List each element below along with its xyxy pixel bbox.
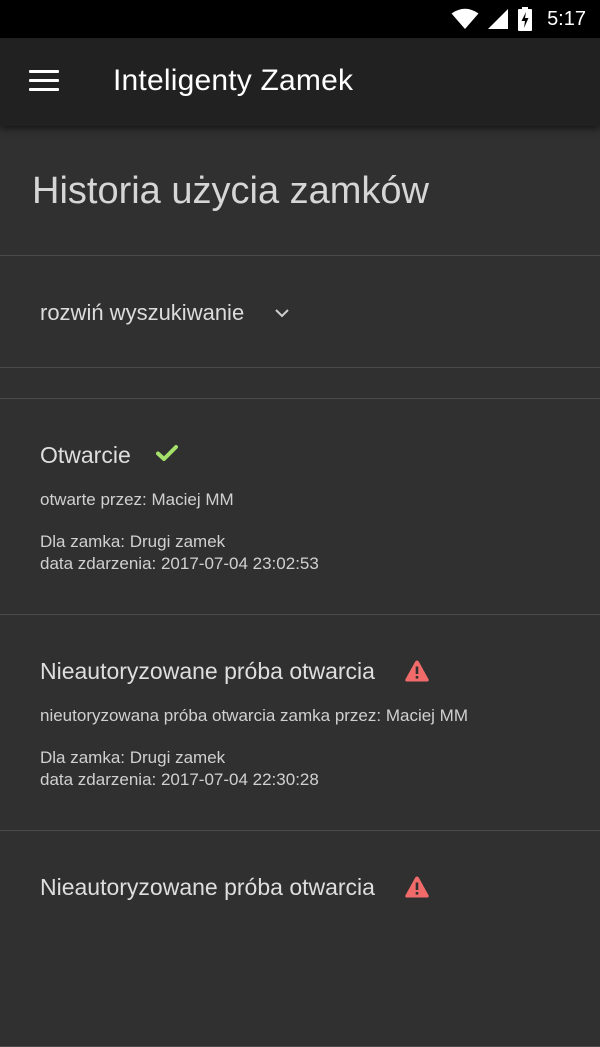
event-date: data zdarzenia: 2017-07-04 22:30:28 (40, 770, 319, 789)
cellular-signal-icon (488, 9, 509, 29)
wifi-icon (451, 8, 479, 29)
event-title: Nieautoryzowane próba otwarcia (40, 874, 375, 900)
expand-search-label: rozwiń wyszukiwanie (40, 300, 245, 325)
checkmark-icon (156, 445, 178, 461)
event-date: data zdarzenia: 2017-07-04 23:02:53 (40, 554, 319, 573)
status-bar: 5:17 (0, 0, 600, 38)
page-title: Historia użycia zamków (32, 170, 429, 212)
hamburger-menu-icon[interactable] (29, 70, 59, 92)
warning-icon (405, 660, 429, 682)
event-title: Nieautoryzowane próba otwarcia (40, 658, 375, 684)
page-header: Historia użycia zamków (0, 126, 600, 256)
event-lock-name: Dla zamka: Drugi zamek (40, 532, 226, 551)
event-description: otwarte przez: Maciej MM (40, 490, 234, 509)
history-list-item[interactable]: Nieautoryzowane próba otwarcia (0, 831, 600, 1047)
expand-search-toggle[interactable]: rozwiń wyszukiwanie (0, 256, 600, 368)
status-time: 5:17 (547, 7, 586, 30)
event-description: nieutoryzowana próba otwarcia zamka prze… (40, 706, 469, 725)
event-title: Otwarcie (40, 442, 131, 468)
warning-icon (405, 876, 429, 898)
history-list-item[interactable]: Otwarcie otwarte przez: Maciej MM Dla za… (0, 399, 600, 615)
list-divider (0, 368, 600, 399)
history-list-item[interactable]: Nieautoryzowane próba otwarcia nieutoryz… (0, 615, 600, 831)
battery-charging-icon (518, 7, 533, 31)
app-title: Inteligenty Zamek (113, 64, 354, 97)
event-lock-name: Dla zamka: Drugi zamek (40, 748, 226, 767)
app-bar: Inteligenty Zamek (0, 38, 600, 126)
chevron-down-icon[interactable] (274, 305, 290, 321)
